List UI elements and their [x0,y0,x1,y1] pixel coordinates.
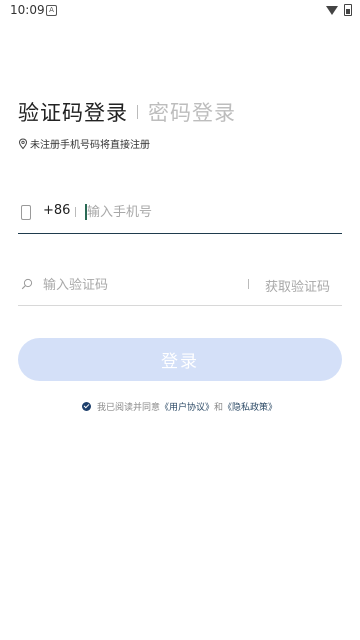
tab-divider [137,105,138,119]
agreement-prefix: 我已阅读并同意 [97,403,161,413]
user-agreement-link[interactable]: 《用户协议》 [160,400,214,413]
status-icons [326,4,352,16]
get-code-button[interactable]: 获取验证码 [265,276,330,295]
privacy-policy-link[interactable]: 《隐私政策》 [223,400,277,413]
country-code[interactable]: +86 [43,203,70,218]
notification-icon: A [46,5,57,16]
register-hint-text: 未注册手机号码将直接注册 [30,140,150,151]
tab-password-login[interactable]: 密码登录 [148,97,236,127]
get-code-divider [248,279,249,289]
battery-icon [344,4,352,16]
status-time: 10:09 [10,3,45,17]
code-field: 获取验证码 [18,265,342,306]
login-tabs: 验证码登录 密码登录 [18,97,236,127]
country-code-divider [75,207,76,217]
status-bar: 10:09 A [0,0,360,20]
agreement-checkbox[interactable] [82,402,91,411]
location-pin-icon [18,137,28,149]
agreement-conjunction: 和 [214,403,224,413]
search-icon [21,278,33,290]
verification-code-input[interactable] [43,276,233,294]
phone-input[interactable] [87,203,307,221]
agreement: 我已阅读并同意 《用户协议》 和 《隐私政策》 [82,400,277,413]
phone-icon [21,205,31,220]
tab-sms-login[interactable]: 验证码登录 [18,97,128,127]
register-hint: 未注册手机号码将直接注册 [18,136,150,151]
wifi-icon [326,5,338,15]
phone-field: +86 [18,193,342,234]
login-button[interactable]: 登录 [18,338,342,381]
